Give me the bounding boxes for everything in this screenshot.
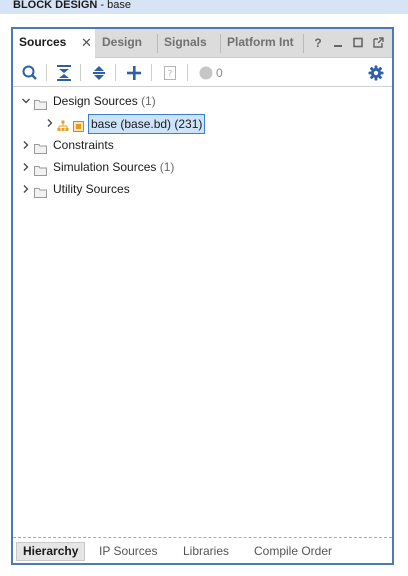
block-design-hierarchy-icon [57,117,69,131]
message-count: 0 [216,66,223,80]
chevron-right-icon[interactable] [21,156,31,178]
close-icon[interactable]: ✕ [81,29,92,56]
simulation-sources-label: Simulation Sources [53,160,157,174]
folder-icon [34,161,47,176]
tab-hierarchy[interactable]: Hierarchy [16,542,86,561]
toolbar-divider [46,64,47,81]
float-icon[interactable] [371,35,385,51]
tree-item-simulation-sources[interactable]: Simulation Sources (1) [13,156,392,178]
tab-signals-label: Signals [164,35,207,49]
tree-item-label: Simulation Sources (1) [53,156,174,178]
source-file-properties-icon[interactable]: ? [161,64,179,82]
design-sources-label: Design Sources [53,94,138,108]
tree-item-design-sources[interactable]: Design Sources (1) [13,90,392,112]
tab-libraries[interactable]: Libraries [177,543,235,560]
folder-icon [34,95,47,110]
sources-panel: Sources ✕ Design Signals Platform Int ? [11,27,394,565]
chevron-right-icon[interactable] [21,178,31,200]
tab-signals[interactable]: Signals [158,29,220,57]
folder-icon [34,183,47,198]
collapse-all-icon[interactable] [55,64,73,82]
tab-sources[interactable]: Sources ✕ [13,29,95,58]
tab-compile-order[interactable]: Compile Order [248,543,338,560]
expand-all-icon[interactable] [90,64,108,82]
tree-item-base-bd[interactable]: base (base.bd) (231) [13,112,392,134]
tab-sources-label: Sources [19,35,67,49]
constraints-label: Constraints [53,138,114,152]
toolbar-divider [151,64,152,81]
add-icon[interactable] [125,64,143,82]
window-title: BLOCK DESIGN - base [0,0,408,14]
utility-sources-label: Utility Sources [53,182,130,196]
gear-icon[interactable] [367,64,385,82]
design-sources-count: (1) [141,94,156,108]
toolbar-divider [80,64,81,81]
toolbar: ? 0 [13,58,392,87]
window-title-rest: - base [97,0,131,11]
window-title-bold: BLOCK DESIGN [13,0,98,11]
minimize-icon[interactable] [331,35,345,51]
tab-divider [303,34,304,53]
message-status-icon [197,64,215,82]
tab-ip-sources[interactable]: IP Sources [93,543,163,560]
tab-design-label: Design [102,35,143,49]
tab-design[interactable]: Design [96,29,156,57]
folder-icon [34,139,47,154]
simulation-sources-count: (1) [159,160,175,174]
tab-platform-interfaces[interactable]: Platform Int [221,29,302,57]
svg-text:?: ? [168,70,173,80]
chevron-right-icon[interactable] [45,112,55,134]
toolbar-divider [187,64,188,81]
bottom-tab-bar: Hierarchy IP Sources Libraries Compile O… [13,537,392,563]
tree-item-label: Design Sources (1) [53,90,156,112]
toolbar-divider [115,64,116,81]
tab-platform-label: Platform Int [227,35,294,49]
tree-item-constraints[interactable]: Constraints [13,134,392,156]
base-bd-label: base (base.bd) (231) [88,114,206,134]
maximize-icon[interactable] [351,35,365,51]
block-design-file-icon [73,117,84,132]
chevron-down-icon[interactable] [21,90,31,112]
tree-item-utility-sources[interactable]: Utility Sources [13,178,392,200]
tab-bar: Sources ✕ Design Signals Platform Int ? [13,29,392,58]
search-icon[interactable] [21,64,39,82]
chevron-right-icon[interactable] [21,134,31,156]
help-icon[interactable]: ? [311,35,325,51]
